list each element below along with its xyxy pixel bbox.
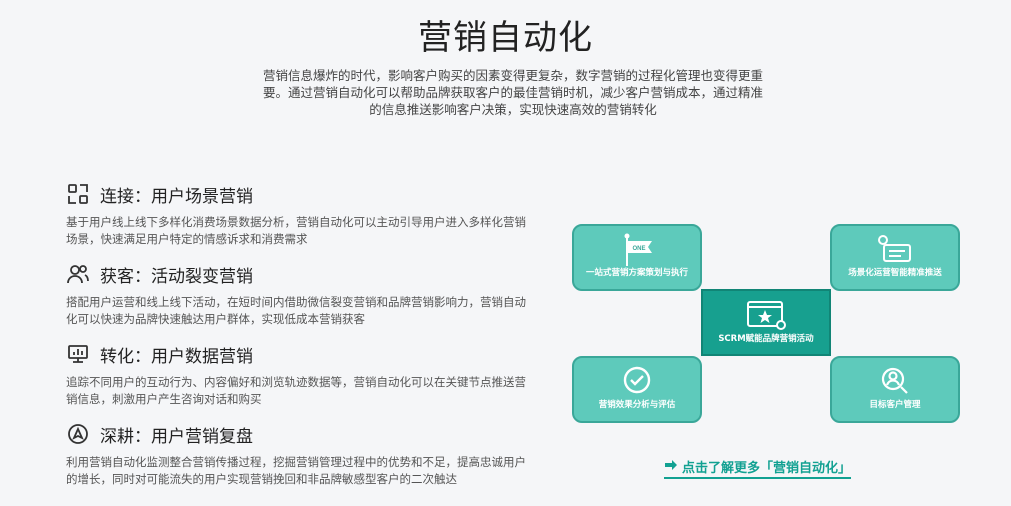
intro-text: 营销信息爆炸的时代，影响客户购买的因素变得更复杂，数字营销的过程化管理也变得更重… [262, 68, 763, 117]
feature-title: 转化：用户数据营销 [100, 346, 253, 367]
feature-deepen: 深耕：用户营销复盘 利用营销自动化监测整合营销传播过程，挖掘营销管理过程中的优势… [66, 420, 536, 488]
star-screen-icon [744, 299, 788, 335]
feature-convert: 转化：用户数据营销 追踪不同用户的互动行为、内容偏好和浏览轨迹数据等，营销自动化… [66, 340, 536, 408]
feature-desc: 利用营销自动化监测整合营销传播过程，挖掘营销管理过程中的优势和不足，提高忠诚用户… [66, 455, 526, 486]
feature-title: 连接：用户场景营销 [100, 186, 253, 207]
card-label: 一站式营销方案策划与执行 [585, 268, 688, 278]
card-label: 场景化运营智能精准推送 [848, 268, 942, 278]
feature-desc: 追踪不同用户的互动行为、内容偏好和浏览轨迹数据等，营销自动化可以在关键节点推送营… [66, 375, 526, 406]
scan-icon [66, 182, 90, 206]
card-label: 目标客户管理 [869, 400, 921, 410]
learn-more-label: 点击了解更多「营销自动化」 [682, 461, 852, 476]
page-title: 营销自动化 [418, 18, 593, 58]
card-one-stop[interactable]: ONE 一站式营销方案策划与执行 [572, 224, 702, 291]
arrow-right-icon [664, 459, 678, 475]
card-scene-push[interactable]: 场景化运营智能精准推送 [830, 224, 960, 291]
card-target-customer[interactable]: 目标客户管理 [830, 356, 960, 423]
flag-label: ONE [632, 246, 645, 252]
message-icon [875, 232, 915, 270]
compass-icon [66, 422, 90, 446]
monitor-chart-icon [66, 342, 90, 366]
learn-more-link[interactable]: 点击了解更多「营销自动化」 [664, 457, 852, 479]
users-icon [66, 262, 90, 286]
card-scrm[interactable]: SCRM赋能品牌营销活动 [701, 289, 831, 356]
feature-title: 获客：活动裂变营销 [100, 266, 253, 287]
feature-acquire: 获客：活动裂变营销 搭配用户运营和线上线下活动，在短时间内借助微信裂变营销和品牌… [66, 260, 536, 328]
card-label: SCRM赋能品牌营销活动 [718, 334, 814, 344]
feature-desc: 搭配用户运营和线上线下活动，在短时间内借助微信裂变营销和品牌营销影响力，营销自动… [66, 295, 526, 326]
feature-desc: 基于用户线上线下多样化消费场景数据分析，营销自动化可以主动引导用户进入多样化营销… [66, 215, 526, 246]
marketing-diagram: ONE 一站式营销方案策划与执行 场景化运营智能精准推送 SCRM赋能品牌营销活… [570, 222, 962, 426]
feature-connect: 连接：用户场景营销 基于用户线上线下多样化消费场景数据分析，营销自动化可以主动引… [66, 180, 536, 248]
feature-title: 深耕：用户营销复盘 [100, 426, 253, 447]
card-analysis[interactable]: 营销效果分析与评估 [572, 356, 702, 423]
card-label: 营销效果分析与评估 [598, 400, 676, 410]
